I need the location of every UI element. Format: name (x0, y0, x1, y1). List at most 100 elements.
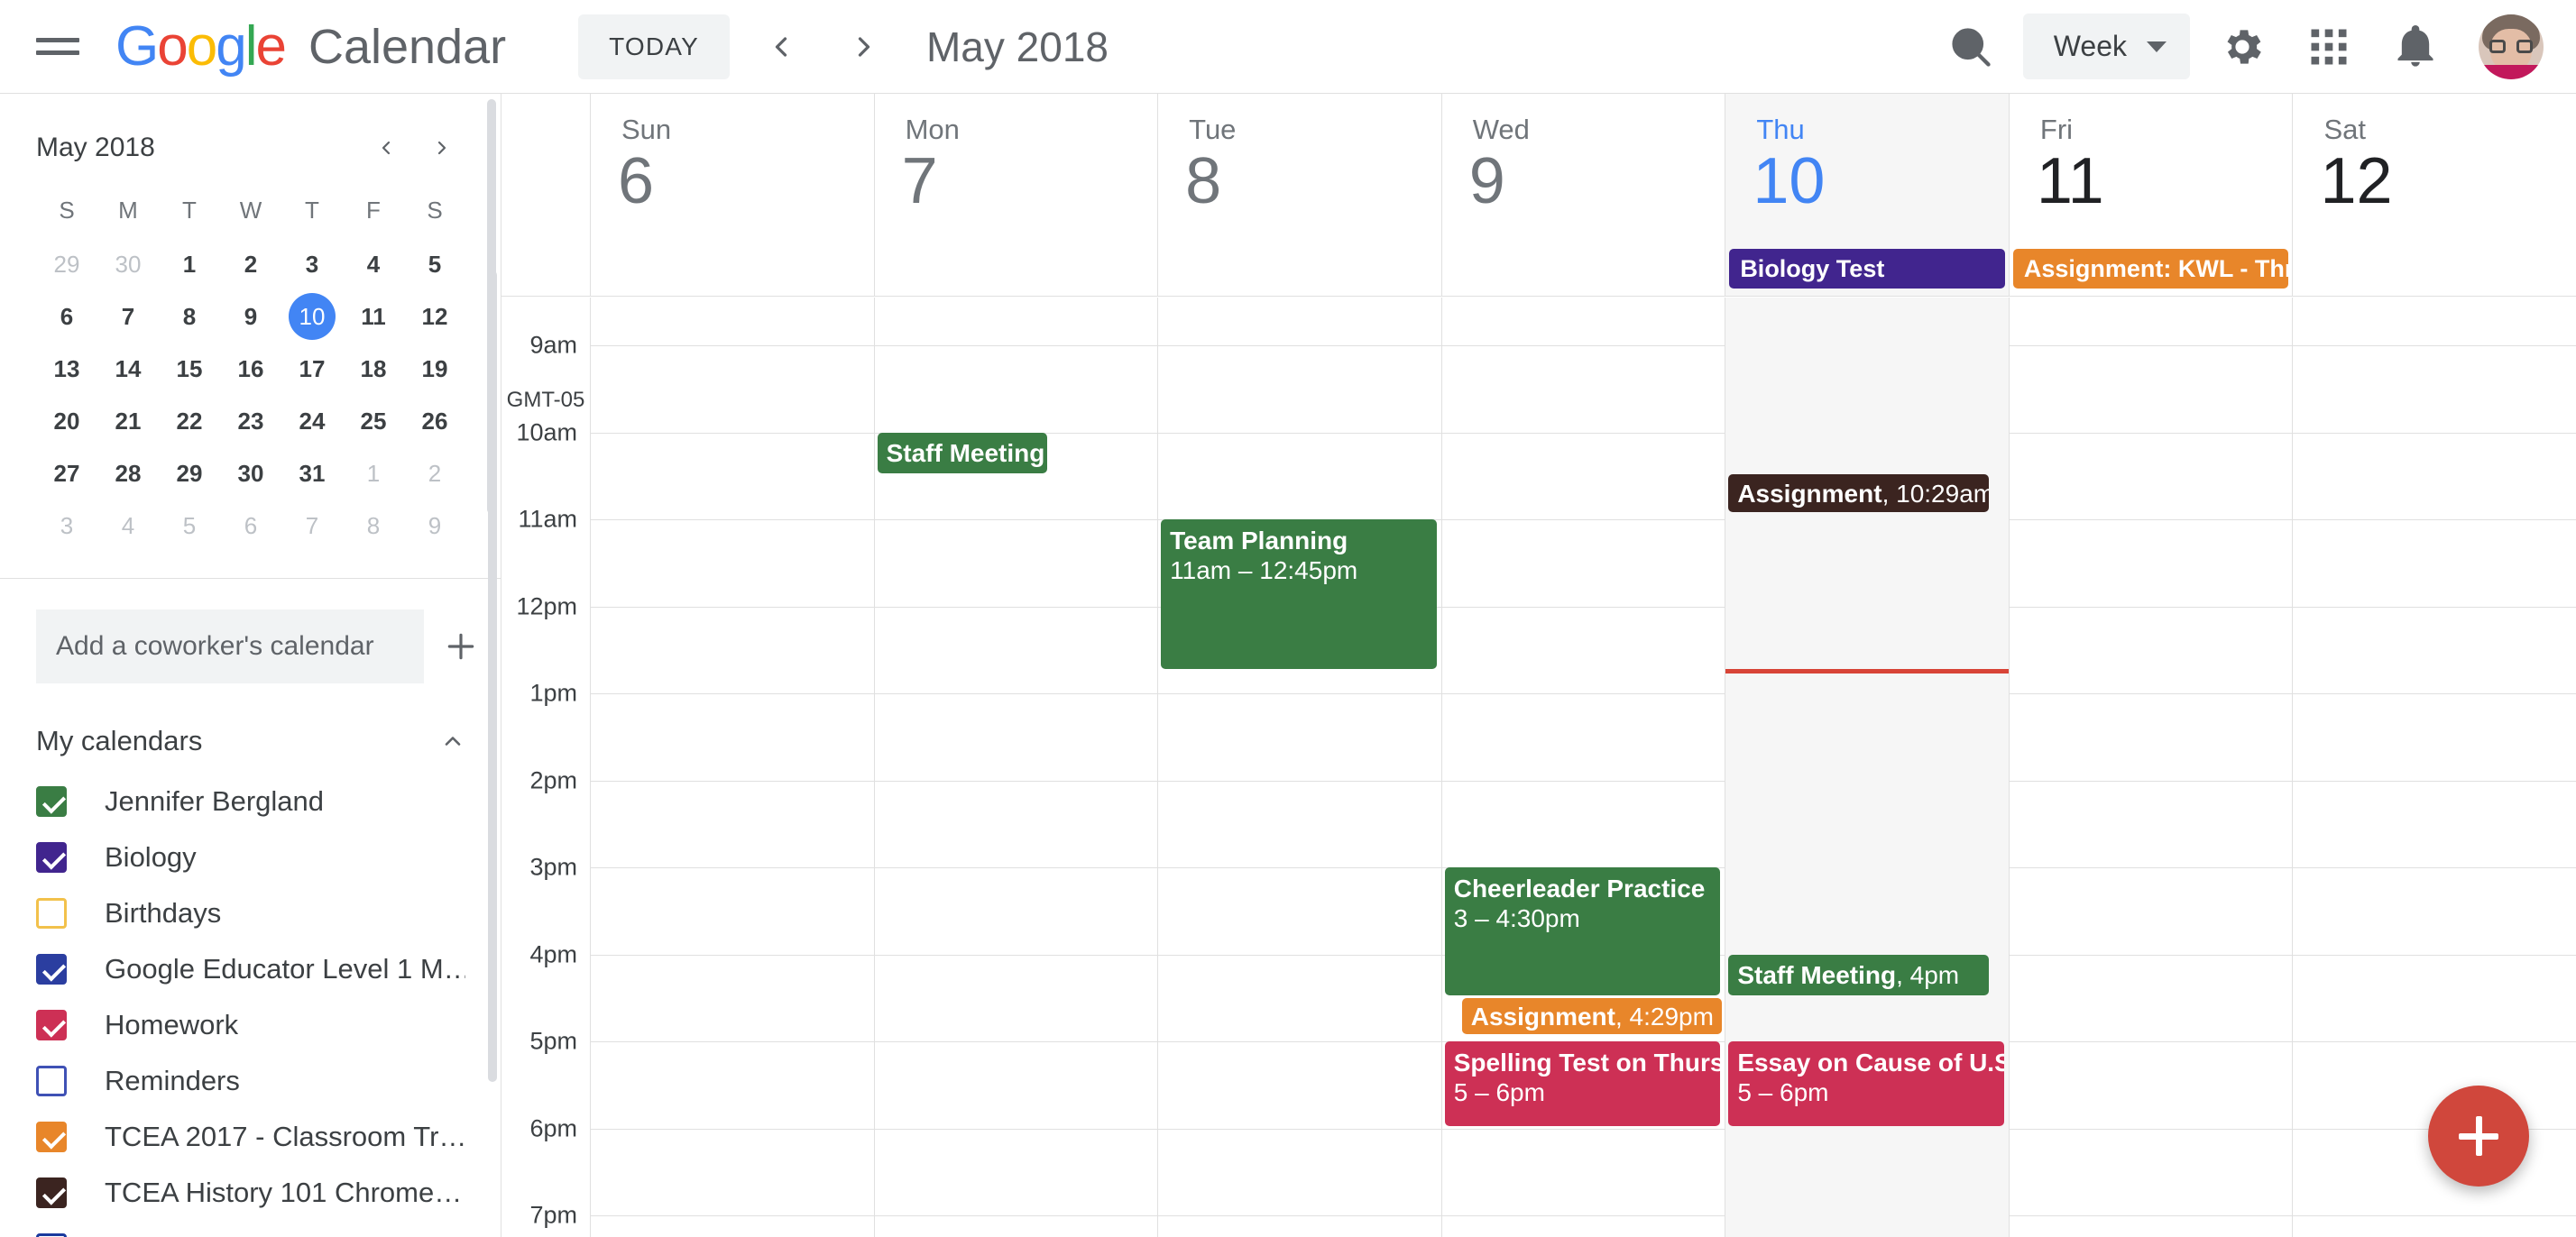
mini-calendar-day[interactable]: 3 (36, 502, 97, 549)
mini-calendar-day[interactable]: 13 (36, 345, 97, 392)
mini-calendar-day[interactable]: 15 (159, 345, 220, 392)
mini-calendar-day[interactable]: 1 (159, 241, 220, 288)
mini-calendar-day[interactable]: 4 (97, 502, 159, 549)
day-header-number[interactable]: 10 (1753, 147, 2009, 216)
mini-calendar-day[interactable]: 14 (97, 345, 159, 392)
mini-calendar-day[interactable]: 2 (404, 450, 465, 497)
previous-period-icon[interactable] (750, 15, 813, 78)
mini-calendar-day[interactable]: 7 (281, 502, 343, 549)
search-icon[interactable] (1927, 4, 2014, 90)
calendar-checkbox[interactable] (36, 1177, 67, 1208)
mini-calendar-day[interactable]: 29 (36, 241, 97, 288)
mini-calendar-day[interactable]: 20 (36, 398, 97, 444)
mini-calendar-day[interactable]: 29 (159, 450, 220, 497)
gear-icon[interactable] (2199, 4, 2286, 90)
hamburger-menu-icon[interactable] (36, 32, 79, 62)
next-period-icon[interactable] (833, 15, 896, 78)
day-column-mon[interactable]: Staff Meeting - 10am (873, 298, 1158, 1237)
mini-calendar-day[interactable]: 19 (404, 345, 465, 392)
day-header-fri[interactable]: Fri 11 Assignment: KWL - Thr (2008, 94, 2293, 296)
mini-calendar-day[interactable]: 25 (343, 398, 404, 444)
mini-calendar-day[interactable]: 27 (36, 450, 97, 497)
day-column-thu[interactable]: Assignment, 10:29am Staff Meeting, 4pm Ess… (1725, 298, 2009, 1237)
mini-calendar-day[interactable]: 4 (343, 241, 404, 288)
mini-calendar-day[interactable]: 10 (289, 293, 336, 340)
calendar-event[interactable]: Team Planning 11am – 12:45pm (1161, 519, 1437, 669)
calendar-checkbox[interactable] (36, 898, 67, 929)
mini-calendar-day[interactable]: 8 (159, 293, 220, 340)
day-header-sat[interactable]: Sat 12 (2292, 94, 2576, 296)
mini-calendar-day[interactable]: 28 (97, 450, 159, 497)
day-header-thu[interactable]: Thu 10 Biology Test (1725, 94, 2009, 296)
mini-calendar-day[interactable]: 24 (281, 398, 343, 444)
mini-calendar-day[interactable]: 6 (220, 502, 281, 549)
mini-calendar-prev-icon[interactable] (363, 124, 409, 171)
calendar-event[interactable]: Staff Meeting - 10am (877, 432, 1047, 473)
view-selector[interactable]: Week (2022, 14, 2190, 79)
mini-calendar-day[interactable]: 5 (159, 502, 220, 549)
user-avatar[interactable] (2479, 14, 2544, 79)
calendar-checkbox[interactable] (36, 1066, 67, 1096)
mini-calendar-day[interactable]: 16 (220, 345, 281, 392)
today-button[interactable]: TODAY (578, 14, 730, 79)
calendar-event[interactable]: Staff Meeting, 4pm (1728, 954, 1989, 995)
mini-calendar-day[interactable]: 31 (281, 450, 343, 497)
bell-icon[interactable] (2372, 4, 2459, 90)
calendar-checkbox[interactable] (36, 786, 67, 817)
mini-calendar-next-icon[interactable] (419, 124, 465, 171)
mini-calendar-day[interactable]: 2 (220, 241, 281, 288)
calendar-checkbox[interactable] (36, 842, 67, 873)
my-calendars-header[interactable]: My calendars (0, 692, 501, 774)
day-header-wed[interactable]: Wed 9 (1440, 94, 1725, 296)
add-calendar-input[interactable] (36, 609, 424, 683)
mini-calendar-day[interactable]: 18 (343, 345, 404, 392)
time-grid-scroll-area[interactable]: 9am 10am 11am 12pm 1pm 2pm 3pm 4pm 5pm 6pm 7pm Sta… (501, 298, 2576, 1237)
mini-calendar-day[interactable]: 9 (404, 502, 465, 549)
calendar-event[interactable]: Spelling Test on Thursd 5 – 6pm (1444, 1041, 1721, 1126)
calendar-checkbox[interactable] (36, 1010, 67, 1040)
apps-grid-icon[interactable] (2286, 4, 2372, 90)
calendar-scrollbar[interactable] (488, 270, 497, 1082)
mini-calendar-day[interactable]: 3 (281, 241, 343, 288)
chevron-up-icon[interactable] (440, 728, 465, 754)
calendar-event[interactable]: Assignment, 10:29am (1728, 473, 1989, 513)
mini-calendar-day[interactable]: 30 (97, 241, 159, 288)
mini-calendar-day[interactable]: 1 (343, 450, 404, 497)
calendar-list-item[interactable]: Birthdays (0, 885, 501, 941)
all-day-event[interactable]: Biology Test (1729, 249, 2005, 289)
all-day-event[interactable]: Assignment: KWL - Thr (2012, 249, 2289, 289)
calendar-checkbox[interactable] (36, 1233, 67, 1237)
day-header-number[interactable]: 11 (2037, 147, 2293, 216)
mini-calendar-day[interactable]: 5 (404, 241, 465, 288)
day-header-number[interactable]: 6 (618, 147, 874, 216)
day-column-sun[interactable] (590, 298, 874, 1237)
day-header-sun[interactable]: Sun 6 (590, 94, 874, 296)
calendar-checkbox[interactable] (36, 1122, 67, 1152)
calendar-checkbox[interactable] (36, 954, 67, 985)
day-column-sat[interactable] (2292, 298, 2576, 1237)
mini-calendar-day[interactable]: 17 (281, 345, 343, 392)
day-header-tue[interactable]: Tue 8 (1157, 94, 1441, 296)
mini-calendar-day[interactable]: 23 (220, 398, 281, 444)
mini-calendar-day[interactable]: 7 (97, 293, 159, 340)
mini-calendar-day[interactable]: 11 (343, 293, 404, 340)
mini-calendar-day[interactable]: 9 (220, 293, 281, 340)
calendar-list-item[interactable]: Homework (0, 997, 501, 1053)
calendar-event[interactable]: Essay on Cause of U.S. 5 – 6pm (1728, 1041, 2004, 1126)
day-column-tue[interactable]: Team Planning 11am – 12:45pm (1157, 298, 1441, 1237)
create-event-button[interactable] (2428, 1086, 2529, 1187)
mini-calendar-day[interactable]: 6 (36, 293, 97, 340)
mini-calendar-day[interactable]: 21 (97, 398, 159, 444)
mini-calendar-day[interactable]: 30 (220, 450, 281, 497)
calendar-list-item[interactable]: TCEA History 101 Chrome… (0, 1165, 501, 1221)
mini-calendar-day[interactable]: 8 (343, 502, 404, 549)
calendar-list-item[interactable]: Reminders (0, 1053, 501, 1109)
calendar-list-item[interactable]: Jennifer Bergland (0, 774, 501, 829)
calendar-list-item[interactable]: Google Educator Level 1 M… (0, 941, 501, 997)
mini-calendar-day[interactable]: 22 (159, 398, 220, 444)
day-column-wed[interactable]: Cheerleader Practice 3 – 4:30pm Assignment… (1440, 298, 1725, 1237)
calendar-list-item[interactable]: Biology (0, 829, 501, 885)
day-column-fri[interactable] (2008, 298, 2293, 1237)
day-header-number[interactable]: 12 (2320, 147, 2576, 216)
calendar-event[interactable]: Assignment, 4:29pm (1461, 997, 1723, 1035)
